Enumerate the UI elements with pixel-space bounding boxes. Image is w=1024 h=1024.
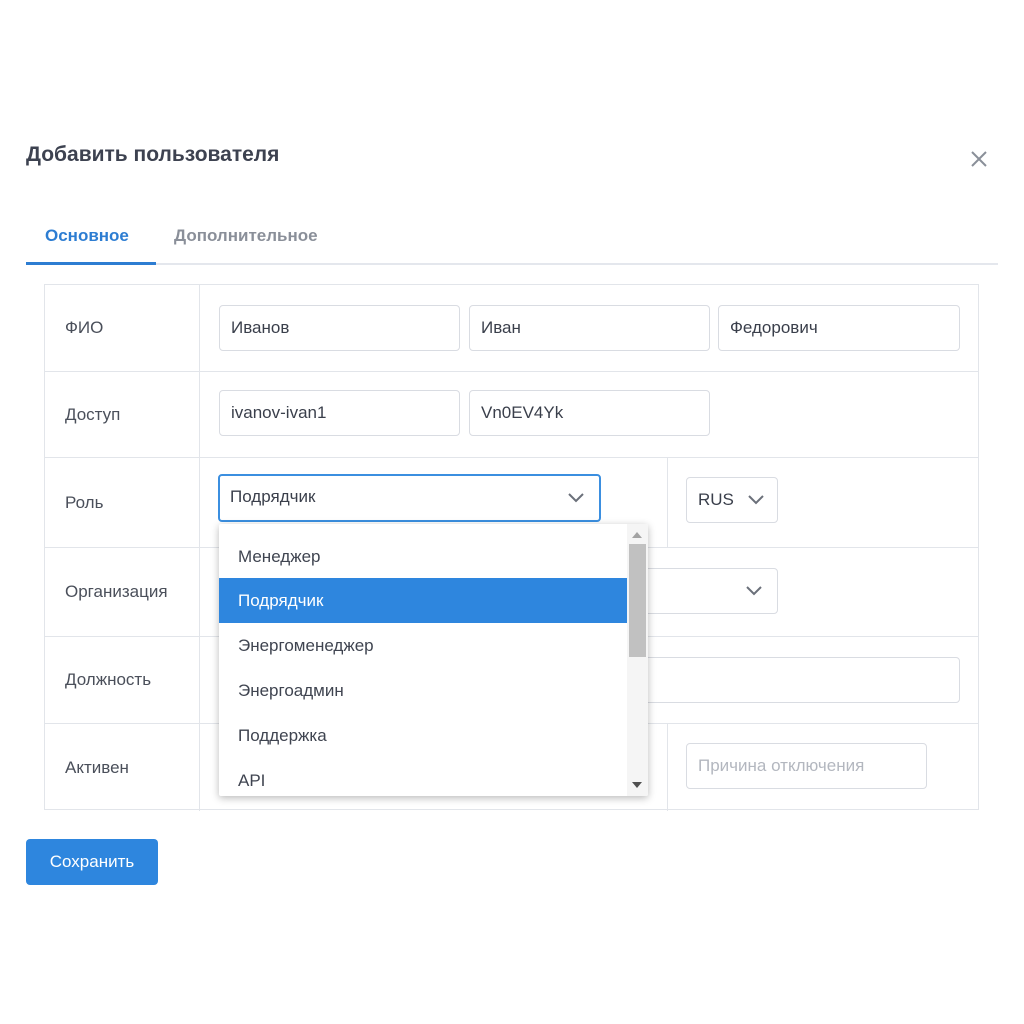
access-row: Доступ ivanov-ivan1 Vn0EV4Yk: [45, 372, 978, 458]
tab-bar: Основное Дополнительное: [26, 212, 998, 265]
role-option-api[interactable]: API: [219, 758, 627, 796]
last-name-field[interactable]: Иванов: [219, 305, 460, 351]
role-option-energy-manager[interactable]: Энергоменеджер: [219, 623, 627, 668]
fio-label: ФИО: [45, 285, 200, 371]
role-option-contractor[interactable]: Подрядчик: [219, 578, 627, 623]
role-cell-divider: [667, 458, 668, 547]
role-dropdown-list: Менеджер Подрядчик Энергоменеджер Энерго…: [219, 524, 648, 796]
chevron-down-icon: [568, 493, 584, 503]
scroll-down-icon[interactable]: [632, 782, 642, 788]
position-label: Должность: [45, 637, 200, 723]
chevron-down-icon: [748, 495, 764, 505]
role-select-value: Подрядчик: [230, 487, 316, 506]
close-button[interactable]: [966, 146, 992, 172]
modal-title: Добавить пользователя: [26, 143, 280, 166]
middle-name-field[interactable]: Федорович: [718, 305, 960, 351]
role-select[interactable]: Подрядчик: [218, 474, 601, 522]
password-field[interactable]: Vn0EV4Yk: [469, 390, 710, 436]
language-select-value: RUS: [698, 490, 734, 509]
login-field[interactable]: ivanov-ivan1: [219, 390, 460, 436]
tab-main[interactable]: Основное: [26, 212, 156, 265]
disable-reason-field[interactable]: Причина отключения: [686, 743, 927, 789]
active-label: Активен: [45, 724, 200, 811]
dropdown-scrollbar[interactable]: [627, 524, 648, 796]
chevron-down-icon: [746, 586, 762, 596]
close-icon[interactable]: [966, 146, 992, 172]
language-select[interactable]: RUS: [686, 477, 778, 523]
organization-label: Организация: [45, 548, 200, 636]
role-option-manager[interactable]: Менеджер: [219, 534, 627, 579]
role-label: Роль: [45, 458, 200, 547]
role-option-energy-admin[interactable]: Энергоадмин: [219, 668, 627, 713]
first-name-field[interactable]: Иван: [469, 305, 710, 351]
role-option-support[interactable]: Поддержка: [219, 713, 627, 758]
save-button[interactable]: Сохранить: [26, 839, 158, 885]
scroll-up-icon[interactable]: [632, 532, 642, 538]
tab-additional[interactable]: Дополнительное: [174, 212, 364, 265]
scroll-thumb[interactable]: [629, 544, 646, 657]
fio-row: ФИО Иванов Иван Федорович: [45, 285, 978, 372]
active-cell-divider: [667, 724, 668, 811]
access-label: Доступ: [45, 372, 200, 457]
